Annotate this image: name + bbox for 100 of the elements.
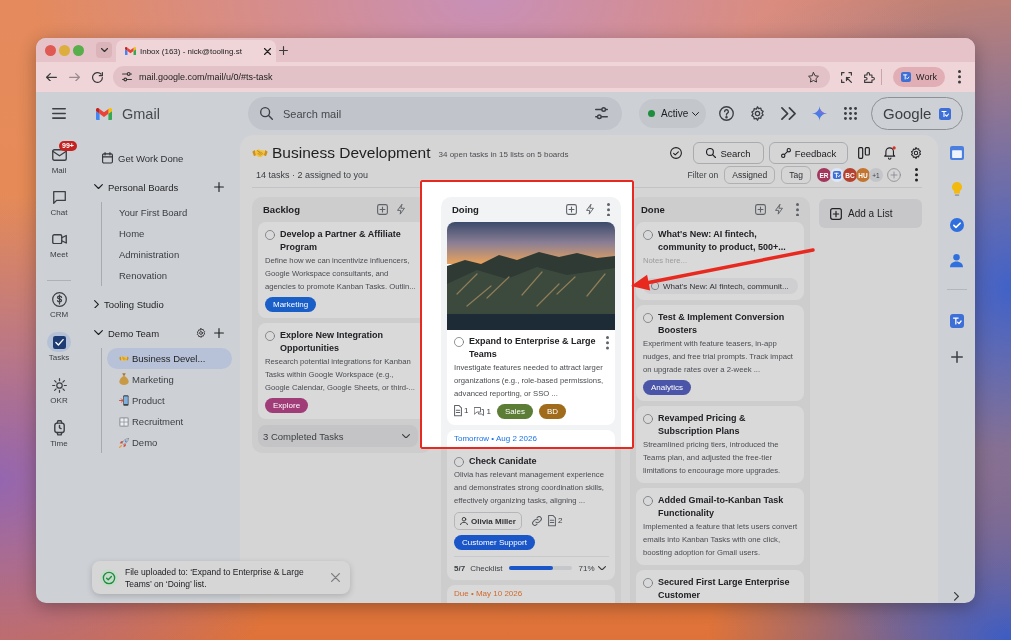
tab-list-button[interactable]: [96, 42, 112, 58]
chevron-down-icon[interactable]: [94, 330, 103, 336]
plus-icon[interactable]: [279, 45, 288, 55]
circle-checkbox-icon[interactable]: [454, 336, 464, 347]
board-item[interactable]: Business Devel...: [107, 348, 232, 369]
board-item[interactable]: Recruitment: [107, 411, 232, 432]
add-square-icon[interactable]: [566, 204, 577, 215]
selection-icon[interactable]: [841, 71, 852, 83]
address-bar[interactable]: mail.google.com/mail/u/0/#ts-task: [113, 66, 830, 88]
rail-item[interactable]: Tasks: [36, 332, 82, 375]
nav-item[interactable]: Get Work Done: [82, 147, 240, 169]
calendar-icon: [102, 152, 113, 164]
calendar-app-icon[interactable]: [949, 146, 964, 160]
group-label[interactable]: Tooling Studio: [104, 298, 224, 310]
extensions-icon[interactable]: [864, 71, 875, 83]
star-icon[interactable]: [808, 71, 819, 83]
more-icon[interactable]: [606, 336, 609, 350]
more-icon[interactable]: [915, 168, 918, 182]
circle-checkbox-icon[interactable]: [265, 330, 275, 341]
search-input[interactable]: Search mail: [283, 105, 587, 122]
close-icon[interactable]: [264, 47, 271, 55]
board-item[interactable]: Your First Board: [107, 202, 232, 223]
rail-item[interactable]: Chat: [36, 187, 82, 229]
due-date: Tomorrow • Aug 2 2026: [454, 435, 538, 443]
toast-message: File uploaded to: ‘Expand to Enterprise & Large Teams’ on ‘Doing’ list.: [125, 565, 305, 590]
bolt-icon[interactable]: [397, 204, 405, 215]
add-icon[interactable]: [214, 328, 224, 338]
mail-logo-icon: [96, 107, 112, 120]
tag: Marketing: [265, 297, 317, 312]
circle-checkbox-icon[interactable]: [643, 312, 653, 323]
bolt-icon[interactable]: [775, 204, 783, 215]
rail-item[interactable]: Time: [36, 418, 82, 461]
more-icon[interactable]: [958, 70, 961, 84]
add-icon[interactable]: [950, 350, 963, 363]
menu-icon[interactable]: [52, 108, 66, 119]
reload-icon[interactable]: [92, 71, 103, 83]
circle-checkbox-icon[interactable]: [643, 229, 653, 240]
tag: Sales: [496, 403, 533, 419]
link-icon[interactable]: [531, 516, 542, 526]
completed-tasks-toggle[interactable]: 3 Completed Tasks: [258, 425, 418, 447]
success-check-icon: [100, 568, 118, 587]
sparkle-icon[interactable]: [812, 106, 827, 121]
filter-label: Filter on: [687, 170, 719, 180]
add-icon[interactable]: [214, 182, 224, 192]
settings-icon[interactable]: [196, 328, 206, 338]
checklist-percent: 71%: [578, 563, 596, 573]
circle-checkbox-icon[interactable]: [265, 229, 275, 240]
check-circle-icon[interactable]: [670, 147, 682, 159]
more-icon[interactable]: [606, 202, 610, 217]
bolt-icon[interactable]: [586, 204, 594, 215]
search-options-icon[interactable]: [595, 107, 608, 120]
search-icon[interactable]: [260, 107, 273, 120]
search-bar[interactable]: Search mail: [248, 97, 622, 130]
add-square-icon[interactable]: [377, 204, 388, 215]
comment-count: 1: [486, 406, 491, 416]
filter-chip[interactable]: Tag: [781, 166, 811, 184]
double-chevron-icon[interactable]: [781, 106, 796, 121]
circle-checkbox-icon[interactable]: [643, 495, 653, 506]
handshake-icon: [119, 355, 129, 362]
circle-checkbox-icon[interactable]: [643, 413, 653, 424]
bell-icon[interactable]: [884, 146, 896, 160]
add-square-icon: [830, 207, 842, 220]
app-logo-icon[interactable]: [949, 313, 964, 328]
rail-item[interactable]: CRM: [36, 289, 82, 332]
settings-icon[interactable]: [750, 106, 765, 121]
rail-item[interactable]: OKR: [36, 375, 82, 418]
add-list-button[interactable]: Add a List: [819, 199, 922, 228]
profile-button[interactable]: Work: [893, 67, 945, 87]
board-item[interactable]: Home: [107, 223, 232, 244]
rail-item[interactable]: Meet: [36, 229, 82, 271]
browser-tab[interactable]: Inbox (163) - nick@tooling.st: [116, 40, 276, 62]
filter-chip[interactable]: Assigned: [724, 166, 776, 184]
group-label[interactable]: Demo Team: [108, 327, 196, 339]
feedback-button[interactable]: Feedback: [769, 142, 848, 164]
group-label[interactable]: Personal Boards: [108, 181, 206, 193]
board-item[interactable]: Marketing: [107, 369, 232, 390]
add-square-icon[interactable]: [755, 204, 766, 215]
board-item[interactable]: Renovation: [107, 265, 232, 286]
search-button[interactable]: Search: [693, 142, 764, 164]
circle-checkbox-icon[interactable]: [643, 577, 653, 588]
subtask-item[interactable]: What's New: AI fintech, communit...: [643, 278, 798, 294]
chevron-right-icon[interactable]: [954, 592, 959, 601]
apps-icon[interactable]: [844, 107, 857, 120]
document-icon: [454, 405, 462, 417]
circle-checkbox-icon[interactable]: [454, 456, 464, 467]
chevron-down-icon[interactable]: [598, 565, 606, 571]
settings-icon[interactable]: [910, 147, 922, 159]
status-button[interactable]: Active: [639, 99, 706, 128]
board-item[interactable]: Demo: [107, 432, 232, 453]
columns-icon[interactable]: [858, 147, 870, 159]
assignee-chip[interactable]: Olivia Miller: [454, 512, 522, 530]
chevron-down-icon[interactable]: [94, 184, 103, 190]
back-icon[interactable]: [46, 72, 57, 82]
person-icon[interactable]: [950, 254, 963, 268]
help-icon[interactable]: [719, 106, 734, 121]
check-circle-icon[interactable]: [949, 218, 964, 233]
board-item[interactable]: Product: [107, 390, 232, 411]
board-item[interactable]: Administration: [107, 244, 232, 265]
app-logo-avatar-icon[interactable]: [830, 168, 844, 182]
chevron-right-icon[interactable]: [94, 299, 99, 309]
